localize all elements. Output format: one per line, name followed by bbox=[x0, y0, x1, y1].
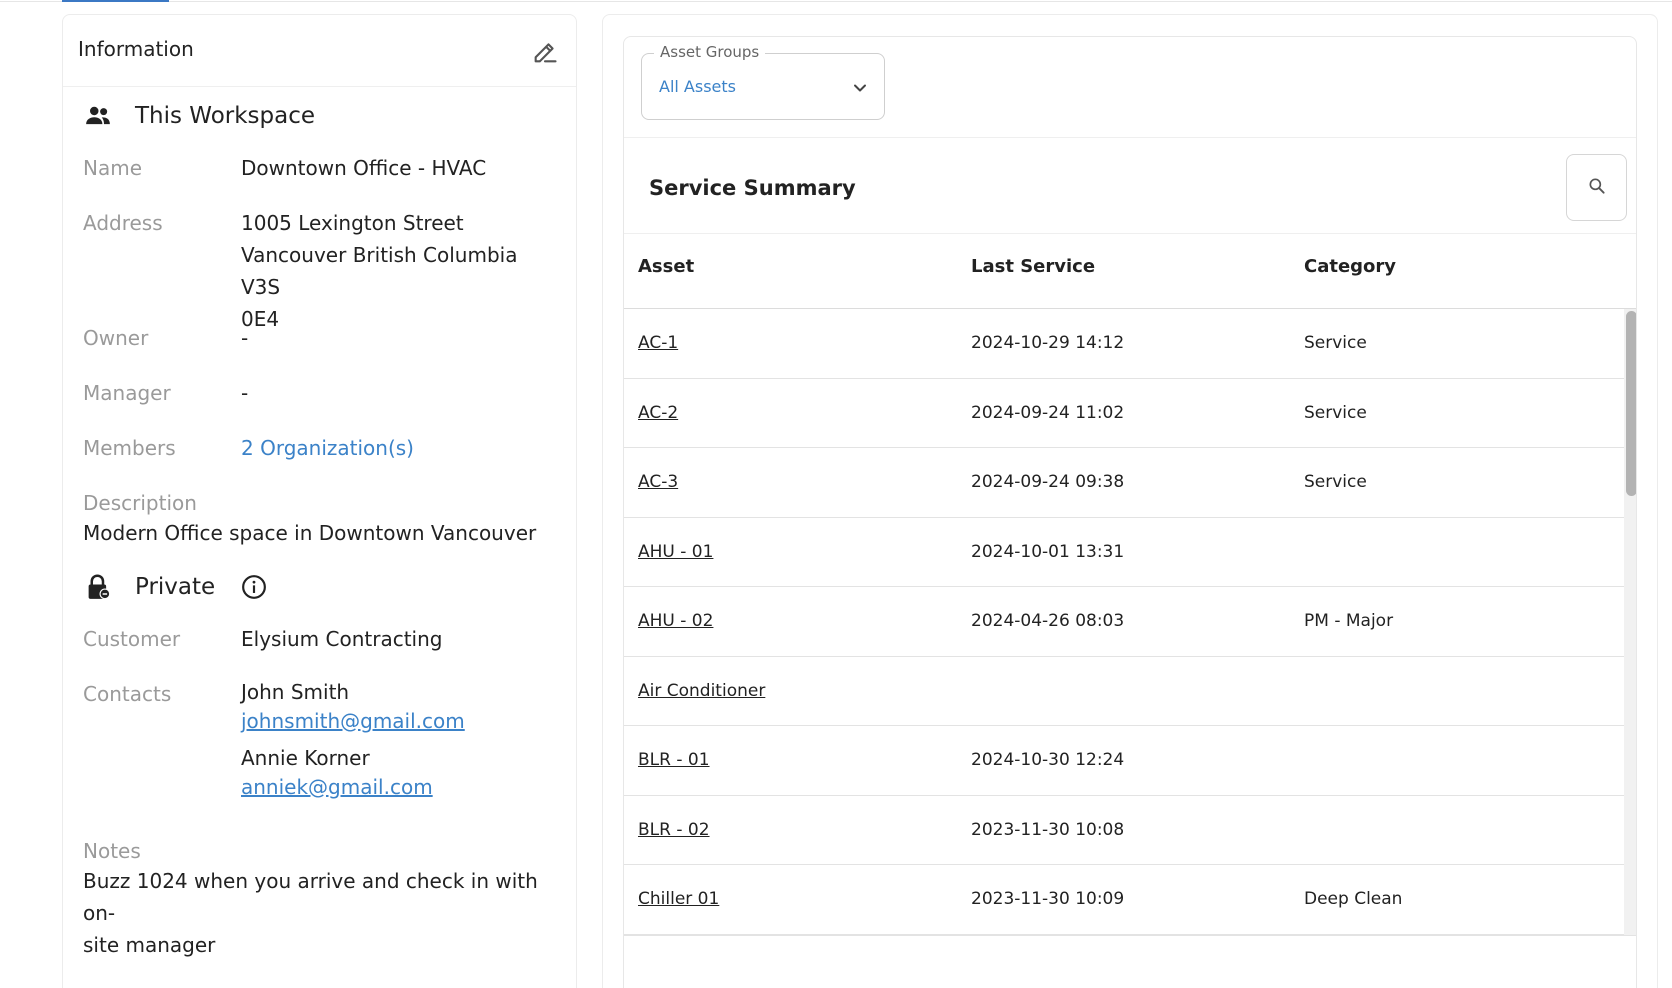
contacts-list: John Smith johnsmith@gmail.com Annie Kor… bbox=[241, 678, 561, 802]
asset-link[interactable]: BLR - 02 bbox=[638, 820, 710, 840]
service-table-body: AC-1 2024-10-29 14:12 Service AC-2 2024-… bbox=[624, 309, 1624, 935]
asset-link[interactable]: AC-2 bbox=[638, 403, 678, 423]
table-bottom-divider bbox=[624, 935, 1636, 936]
asset-link[interactable]: Air Conditioner bbox=[638, 681, 765, 701]
asset-link[interactable]: AC-3 bbox=[638, 472, 678, 492]
name-value: Downtown Office - HVAC bbox=[241, 156, 487, 180]
manager-value: - bbox=[241, 381, 249, 405]
address-value: 1005 Lexington Street Vancouver British … bbox=[241, 207, 561, 335]
table-row: AHU - 02 2024-04-26 08:03 PM - Major bbox=[624, 587, 1624, 657]
members-value-wrap: 2 Organization(s) bbox=[241, 432, 561, 464]
private-section-header: Private bbox=[83, 570, 267, 604]
asset-link[interactable]: AC-1 bbox=[638, 333, 678, 353]
column-header-category[interactable]: Category bbox=[1304, 256, 1396, 277]
address-line-1: 1005 Lexington Street bbox=[241, 211, 464, 235]
private-section-title: Private bbox=[135, 574, 216, 600]
table-row: AHU - 01 2024-10-01 13:31 bbox=[624, 518, 1624, 587]
asset-groups-legend: Asset Groups bbox=[654, 43, 766, 61]
last-service-cell: 2024-10-29 14:12 bbox=[971, 333, 1125, 353]
asset-groups-select[interactable]: Asset Groups All Assets bbox=[641, 43, 885, 120]
last-service-cell: 2024-10-01 13:31 bbox=[971, 541, 1125, 562]
last-service-cell: 2024-04-26 08:03 bbox=[971, 611, 1125, 631]
members-label: Members bbox=[83, 436, 176, 460]
category-cell: PM - Major bbox=[1304, 611, 1394, 631]
active-tab-indicator bbox=[62, 0, 169, 2]
owner-label: Owner bbox=[83, 326, 149, 350]
chevron-down-icon bbox=[852, 80, 868, 96]
table-row: AC-1 2024-10-29 14:12 Service bbox=[624, 309, 1624, 379]
last-service-cell: 2024-09-24 09:38 bbox=[971, 472, 1125, 492]
search-icon bbox=[1587, 176, 1607, 200]
notes-label: Notes bbox=[83, 839, 141, 863]
category-cell: Service bbox=[1304, 472, 1367, 492]
table-scrollbar-thumb[interactable] bbox=[1626, 311, 1636, 496]
description-value: Modern Office space in Downtown Vancouve… bbox=[83, 521, 537, 545]
people-icon bbox=[83, 101, 113, 131]
asset-link[interactable]: BLR - 01 bbox=[638, 750, 710, 770]
contact-email-link[interactable]: johnsmith@gmail.com bbox=[241, 707, 561, 736]
category-cell: Service bbox=[1304, 402, 1367, 423]
column-header-last-service[interactable]: Last Service bbox=[971, 256, 1095, 277]
asset-groups-selected: All Assets bbox=[659, 77, 736, 96]
asset-link[interactable]: AHU - 01 bbox=[638, 542, 713, 562]
last-service-cell: 2023-11-30 10:09 bbox=[971, 889, 1125, 909]
table-row: Chiller 01 2023-11-30 10:09 Deep Clean bbox=[624, 865, 1624, 935]
contact-email-link[interactable]: anniek@gmail.com bbox=[241, 773, 561, 802]
category-cell: Service bbox=[1304, 333, 1367, 353]
name-label: Name bbox=[83, 156, 143, 180]
top-divider bbox=[0, 1, 1672, 2]
notes-line-2: site manager bbox=[83, 933, 216, 957]
category-cell: Deep Clean bbox=[1304, 889, 1403, 909]
table-row: BLR - 01 2024-10-30 12:24 bbox=[624, 726, 1624, 796]
last-service-cell: 2024-09-24 11:02 bbox=[971, 402, 1125, 423]
asset-link[interactable]: AHU - 02 bbox=[638, 611, 713, 631]
info-icon[interactable] bbox=[241, 574, 267, 600]
column-header-asset[interactable]: Asset bbox=[638, 256, 694, 277]
last-service-cell: 2023-11-30 10:08 bbox=[971, 819, 1125, 840]
manager-label: Manager bbox=[83, 381, 171, 405]
service-summary-card: Asset Groups All Assets Service Summary … bbox=[623, 36, 1637, 988]
description-label: Description bbox=[83, 491, 197, 515]
notes-line-1: Buzz 1024 when you arrive and check in w… bbox=[83, 869, 538, 925]
address-line-2: Vancouver British Columbia V3S bbox=[241, 243, 518, 299]
workspace-section-title: This Workspace bbox=[135, 103, 316, 129]
service-summary-title: Service Summary bbox=[649, 176, 856, 200]
table-row: AC-3 2024-09-24 09:38 Service bbox=[624, 448, 1624, 518]
notes-value: Buzz 1024 when you arrive and check in w… bbox=[83, 865, 563, 961]
table-row: Air Conditioner bbox=[624, 657, 1624, 726]
information-card: Information This Workspace Name Downtown… bbox=[62, 14, 577, 988]
contact-name: Annie Korner bbox=[241, 746, 370, 770]
workspace-section-header: This Workspace bbox=[83, 99, 315, 133]
divider bbox=[624, 233, 1636, 234]
customer-label: Customer bbox=[83, 627, 181, 651]
table-row: AC-2 2024-09-24 11:02 Service bbox=[624, 379, 1624, 448]
last-service-cell: 2024-10-30 12:24 bbox=[971, 750, 1125, 770]
contacts-label: Contacts bbox=[83, 682, 172, 706]
contact-name: John Smith bbox=[241, 680, 350, 704]
asset-link[interactable]: Chiller 01 bbox=[638, 889, 719, 909]
owner-value: - bbox=[241, 326, 249, 350]
divider bbox=[624, 137, 1636, 138]
table-row: BLR - 02 2023-11-30 10:08 bbox=[624, 796, 1624, 865]
customer-value: Elysium Contracting bbox=[241, 627, 443, 651]
search-button[interactable] bbox=[1566, 154, 1627, 221]
edit-icon[interactable] bbox=[531, 38, 559, 66]
lock-icon bbox=[83, 572, 113, 602]
information-title: Information bbox=[78, 37, 194, 61]
members-link[interactable]: 2 Organization(s) bbox=[241, 436, 414, 460]
address-label: Address bbox=[83, 211, 163, 235]
information-header: Information bbox=[63, 15, 576, 87]
